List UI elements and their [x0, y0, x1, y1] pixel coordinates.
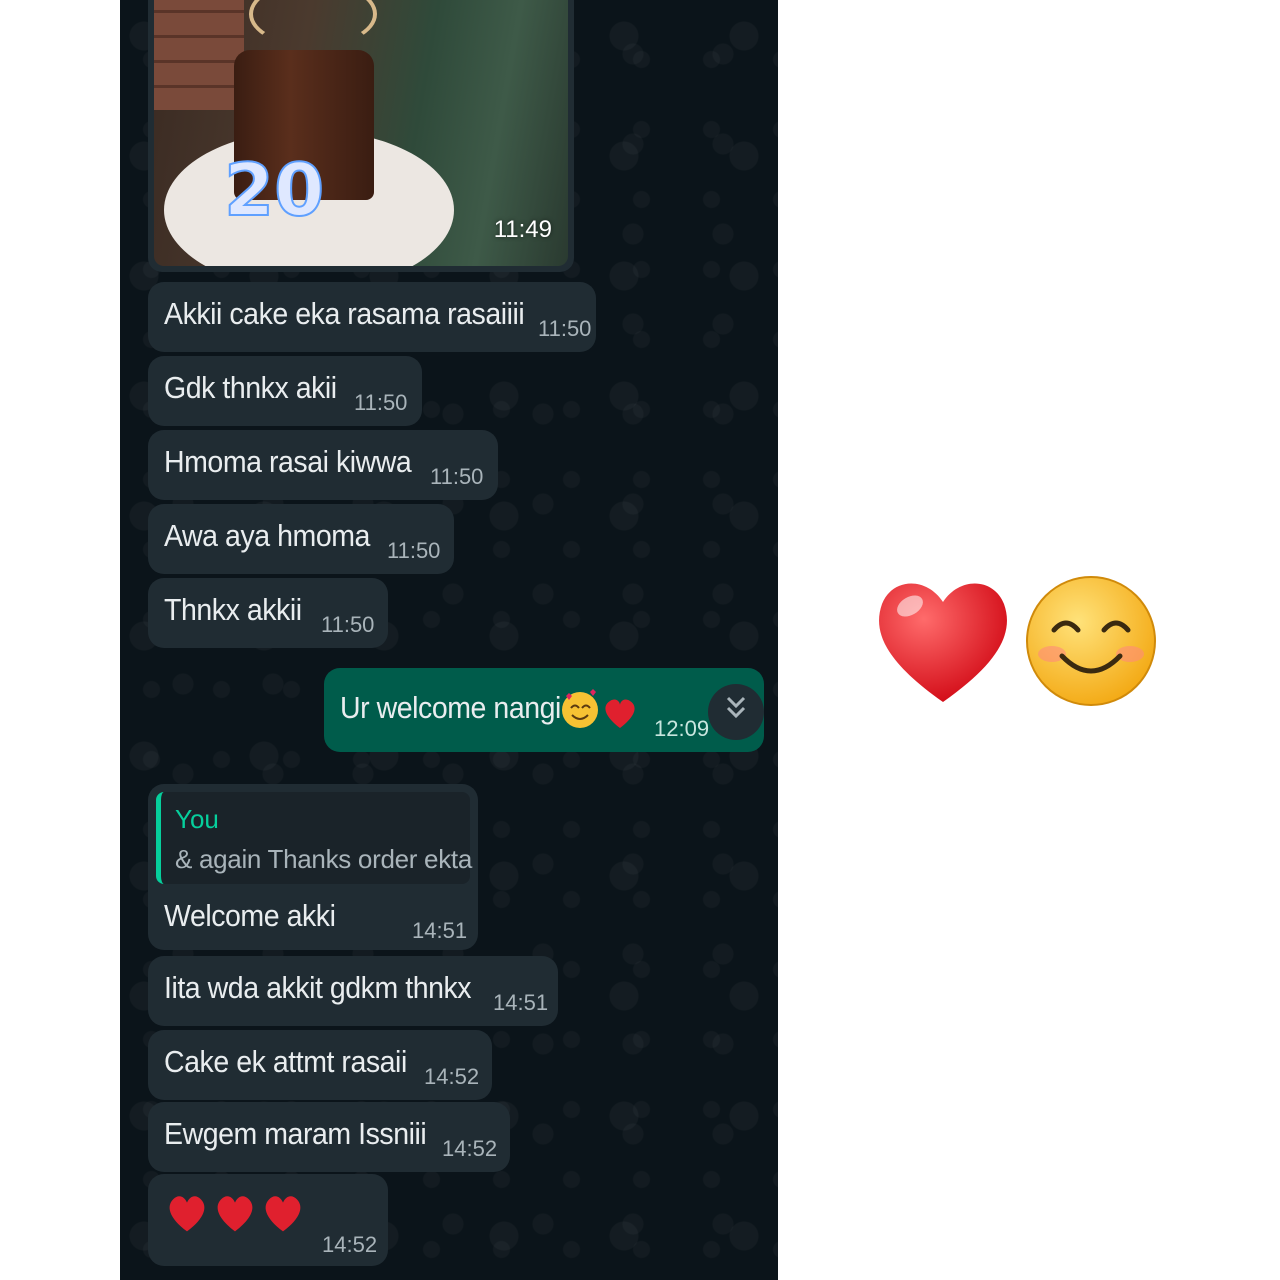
photo-message[interactable]: 20 11:49 [148, 0, 574, 272]
message-time: 11:50 [387, 538, 441, 563]
scroll-down-button[interactable] [708, 684, 764, 740]
message-text: Gdk thnkx akii [164, 370, 337, 405]
message-time: 11:50 [538, 316, 592, 341]
incoming-message[interactable]: Cake ek attmt rasaii 14:52 [148, 1030, 492, 1100]
brick-wall [154, 0, 244, 110]
message-text: Thnkx akkii [164, 592, 302, 627]
quote-author: You [175, 804, 219, 834]
incoming-message[interactable]: Gdk thnkx akii 11:50 [148, 356, 422, 426]
red-heart-icon [217, 1196, 253, 1232]
incoming-message[interactable]: Awa aya hmoma 11:50 [148, 504, 454, 574]
message-text: Akkii cake eka rasama rasaiiii [164, 296, 525, 331]
red-heart-icon [169, 1196, 205, 1232]
incoming-message[interactable]: Iita wda akkit gdkm thnkx 14:51 [148, 956, 558, 1026]
message-time: 14:51 [412, 918, 468, 943]
smiling-face-icon [1022, 572, 1160, 710]
message-time: 11:49 [493, 216, 552, 243]
double-chevron-down-icon [724, 694, 748, 730]
message-text: Awa aya hmoma [164, 518, 370, 553]
message-text: Cake ek attmt rasaii [164, 1044, 407, 1079]
message-text: Ewgem maram Issniii [164, 1116, 427, 1151]
message-text: Ur welcome nangi [340, 690, 561, 725]
outgoing-message[interactable]: Ur welcome nangi 12:09 [324, 668, 764, 752]
birthday-topper [249, 0, 377, 48]
emoji-message[interactable]: 14:52 [148, 1174, 388, 1266]
chat-panel: 20 11:49 Akkii cake eka rasama rasaiiii … [120, 0, 778, 1280]
message-text: Welcome akki [164, 898, 336, 933]
red-heart-icon [265, 1196, 301, 1232]
smiling-hearts-emoji-icon [560, 684, 644, 739]
message-time: 11:50 [430, 464, 484, 489]
number-candle: 20 [223, 147, 325, 233]
message-time: 14:51 [493, 990, 549, 1015]
quote-text: & again Thanks order ekta [175, 844, 472, 874]
message-time: 12:09 [654, 716, 710, 741]
incoming-message[interactable]: Hmoma rasai kiwwa 11:50 [148, 430, 498, 500]
incoming-message[interactable]: Ewgem maram Issniii 14:52 [148, 1102, 510, 1172]
hearts-row [164, 1190, 306, 1236]
incoming-message[interactable]: Akkii cake eka rasama rasaiiii 11:50 [148, 282, 596, 352]
message-text: Hmoma rasai kiwwa [164, 444, 412, 479]
message-time: 11:50 [354, 390, 408, 415]
red-heart-icon [868, 570, 1018, 710]
message-time: 11:50 [321, 612, 375, 637]
message-time: 14:52 [322, 1232, 378, 1257]
quoted-message[interactable]: You & again Thanks order ekta [156, 792, 472, 884]
cake-photo[interactable]: 20 11:49 [154, 0, 568, 266]
message-text: Iita wda akkit gdkm thnkx [164, 970, 472, 1005]
message-time: 14:52 [424, 1064, 480, 1089]
incoming-message[interactable]: Thnkx akkii 11:50 [148, 578, 388, 648]
reply-message[interactable]: You & again Thanks order ekta Welcome ak… [148, 784, 478, 950]
message-time: 14:52 [442, 1136, 498, 1161]
